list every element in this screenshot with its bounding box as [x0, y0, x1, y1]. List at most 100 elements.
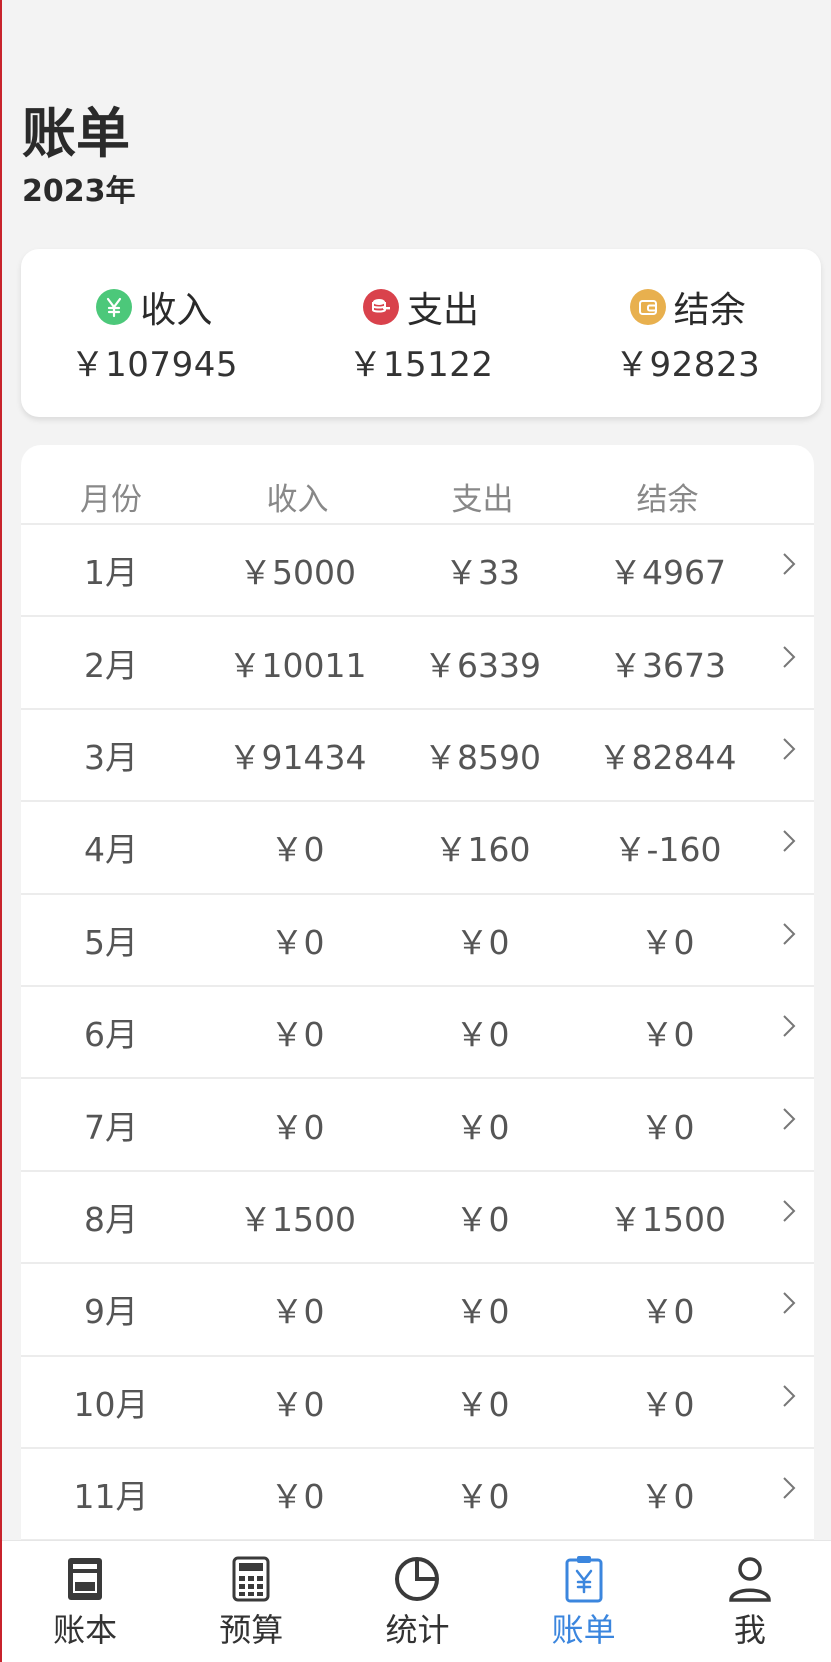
chevron-right-icon — [764, 1290, 814, 1316]
balance-total: ￥92823 — [615, 344, 761, 385]
cell-month: 4月 — [84, 830, 138, 870]
cell-month: 10月 — [73, 1384, 149, 1424]
chevron-right-icon — [764, 1383, 814, 1409]
chevron-right-icon — [764, 828, 814, 854]
cell-month: 1月 — [84, 553, 138, 593]
cell-income: ￥10011 — [228, 645, 367, 685]
cell-month: 9月 — [84, 1292, 138, 1332]
tab-me-label: 我 — [733, 1611, 766, 1649]
header-expense: 支出 — [451, 482, 514, 518]
table-row[interactable]: 7月 ￥0 ￥0 ￥0 — [21, 1079, 814, 1172]
cell-expense: ￥160 — [434, 830, 531, 870]
table-row[interactable]: 11月 ￥0 ￥0 ￥0 — [21, 1449, 814, 1542]
chevron-right-icon — [764, 1013, 814, 1039]
cell-balance: ￥1500 — [609, 1199, 726, 1239]
balance-label: 结余 — [673, 289, 746, 331]
tab-statistics-label: 统计 — [385, 1611, 450, 1649]
header-month: 月份 — [80, 482, 142, 518]
bill-clipboard-icon — [564, 1553, 604, 1605]
cell-balance: ￥0 — [640, 1107, 695, 1147]
cell-expense: ￥0 — [455, 1015, 510, 1055]
tab-ledger-label: 账本 — [53, 1611, 118, 1649]
cell-month: 8月 — [84, 1199, 138, 1239]
pie-chart-icon — [393, 1553, 441, 1605]
income-total: ￥107945 — [70, 344, 238, 385]
user-profile-icon — [726, 1553, 774, 1605]
bills-page: 账单 2023年 收入 ￥107945 支出 ￥15122 结余 ￥92823 … — [0, 0, 831, 1662]
income-label: 收入 — [140, 289, 213, 331]
tab-budget-label: 预算 — [219, 1611, 284, 1649]
cell-expense: ￥0 — [455, 1199, 510, 1239]
header-income: 收入 — [266, 482, 329, 518]
table-row[interactable]: 5月 ￥0 ￥0 ￥0 — [21, 895, 814, 987]
cell-expense: ￥0 — [455, 1384, 510, 1424]
cell-balance: ￥0 — [640, 1477, 695, 1517]
table-row[interactable]: 2月 ￥10011 ￥6339 ￥3673 — [21, 617, 814, 710]
summary-expense: 支出 ￥15122 — [291, 281, 551, 386]
table-row[interactable]: 9月 ￥0 ￥0 ￥0 — [21, 1264, 814, 1357]
chevron-right-icon — [764, 1475, 814, 1501]
cell-expense: ￥0 — [455, 1477, 510, 1517]
cell-expense: ￥6339 — [424, 645, 541, 685]
cell-expense: ￥33 — [445, 553, 520, 593]
tab-budget[interactable]: 预算 — [168, 1541, 334, 1651]
chevron-right-icon — [764, 644, 814, 670]
cell-income: ￥0 — [270, 1015, 325, 1055]
bottom-tab-bar: 账本 预算 统计 账单 我 — [2, 1540, 831, 1662]
cell-balance: ￥0 — [640, 1384, 695, 1424]
year-selector[interactable]: 2023年 — [22, 172, 136, 212]
cell-income: ￥5000 — [239, 553, 356, 593]
coins-icon — [362, 288, 399, 325]
table-row[interactable]: 4月 ￥0 ￥160 ￥-160 — [21, 802, 814, 895]
summary-card: 收入 ￥107945 支出 ￥15122 结余 ￥92823 — [21, 249, 821, 417]
cell-income: ￥91434 — [228, 737, 367, 777]
cell-expense: ￥0 — [455, 922, 510, 962]
tab-me[interactable]: 我 — [667, 1541, 831, 1651]
tab-ledger[interactable]: 账本 — [2, 1541, 168, 1651]
summary-income: 收入 ￥107945 — [24, 281, 284, 386]
cell-balance: ￥-160 — [613, 830, 722, 870]
cell-month: 11月 — [73, 1477, 149, 1517]
cell-income: ￥1500 — [239, 1199, 356, 1239]
chevron-right-icon — [764, 551, 814, 577]
expense-label: 支出 — [406, 289, 479, 331]
chevron-right-icon — [764, 1198, 814, 1224]
page-title: 账单 — [22, 102, 130, 165]
ledger-book-icon — [65, 1553, 105, 1605]
cell-month: 2月 — [84, 645, 138, 685]
table-row[interactable]: 3月 ￥91434 ￥8590 ￥82844 — [21, 710, 814, 803]
chevron-right-icon — [764, 1106, 814, 1132]
cell-income: ￥0 — [270, 830, 325, 870]
cell-balance: ￥4967 — [609, 553, 726, 593]
cell-month: 3月 — [84, 737, 138, 777]
cell-expense: ￥0 — [455, 1107, 510, 1147]
cell-balance: ￥0 — [640, 1015, 695, 1055]
summary-balance: 结余 ￥92823 — [558, 281, 818, 386]
table-row[interactable]: 6月 ￥0 ￥0 ￥0 — [21, 987, 814, 1080]
page-header: 账单 2023年 — [22, 98, 136, 212]
cell-income: ￥0 — [270, 1292, 325, 1332]
cell-income: ￥0 — [270, 1384, 325, 1424]
cell-balance: ￥0 — [640, 922, 695, 962]
chevron-right-icon — [764, 921, 814, 947]
wallet-icon — [629, 288, 666, 325]
table-header: 月份 收入 支出 结余 — [21, 445, 814, 525]
cell-month: 7月 — [84, 1107, 138, 1147]
tab-statistics[interactable]: 统计 — [334, 1541, 500, 1651]
monthly-table: 月份 收入 支出 结余 1月 ￥5000 ￥33 ￥4967 2月 ￥10011… — [21, 445, 814, 1662]
tab-bills-label: 账单 — [551, 1611, 616, 1649]
table-row[interactable]: 10月 ￥0 ￥0 ￥0 — [21, 1357, 814, 1449]
cell-month: 6月 — [84, 1015, 138, 1055]
cell-income: ￥0 — [270, 1477, 325, 1517]
tab-bills[interactable]: 账单 — [501, 1541, 667, 1651]
expense-total: ￥15122 — [348, 344, 494, 385]
table-row[interactable]: 8月 ￥1500 ￥0 ￥1500 — [21, 1172, 814, 1265]
calculator-icon — [231, 1553, 271, 1605]
cell-income: ￥0 — [270, 922, 325, 962]
cell-balance: ￥3673 — [609, 645, 726, 685]
cell-balance: ￥0 — [640, 1292, 695, 1332]
cell-balance: ￥82844 — [598, 737, 737, 777]
table-row[interactable]: 1月 ￥5000 ￥33 ￥4967 — [21, 525, 814, 618]
cell-expense: ￥0 — [455, 1292, 510, 1332]
yuan-icon — [96, 288, 133, 325]
